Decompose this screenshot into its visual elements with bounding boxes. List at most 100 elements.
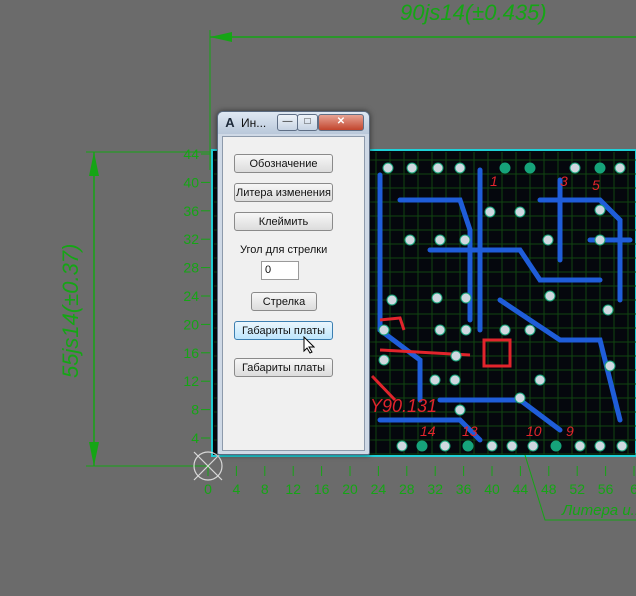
pad <box>524 162 536 174</box>
y-axis-ticks: 44 40 36 32 28 24 20 16 12 8 4 <box>183 146 210 446</box>
left-dimension-text: 55js14(±0.37) <box>58 244 83 378</box>
pad <box>574 440 586 452</box>
maximize-button[interactable]: □ <box>297 114 318 131</box>
board-size-button-2[interactable]: Габариты платы <box>234 358 333 377</box>
x-tick-label: 12 <box>285 481 301 497</box>
y-tick-label: 4 <box>191 430 199 446</box>
tool-dialog[interactable]: A Ин... — □ ✕ Обозначение Литера изменен… <box>217 111 370 455</box>
y-tick-label: 28 <box>183 260 199 276</box>
pad <box>604 360 616 372</box>
pad <box>542 234 554 246</box>
pin-number: 10 <box>526 423 542 439</box>
pin-number: 3 <box>560 173 568 189</box>
pad <box>450 350 462 362</box>
x-tick-label: 44 <box>513 481 529 497</box>
y-tick-label: 16 <box>183 345 199 361</box>
pad <box>506 440 518 452</box>
x-tick-label: 52 <box>569 481 585 497</box>
x-tick-label: 32 <box>427 481 443 497</box>
y-tick-label: 8 <box>191 402 199 418</box>
x-tick-label: 40 <box>484 481 500 497</box>
pad <box>431 292 443 304</box>
pad <box>594 234 606 246</box>
top-dimension-text: 90js14(±0.435) <box>400 0 547 25</box>
left-dimension: 55js14(±0.37) <box>58 151 210 467</box>
angle-label: Угол для стрелки <box>240 244 328 256</box>
board-label: Y90.131 <box>370 396 437 416</box>
pad <box>614 162 626 174</box>
x-tick-label: 48 <box>541 481 557 497</box>
pad <box>524 324 536 336</box>
pad <box>569 162 581 174</box>
board-size-button[interactable]: Габариты платы <box>234 321 333 340</box>
close-button[interactable]: ✕ <box>318 114 364 131</box>
revision-letter-button[interactable]: Литера изменения <box>234 183 333 202</box>
pad <box>416 440 428 452</box>
pad <box>439 440 451 452</box>
x-tick-label: 4 <box>233 481 241 497</box>
x-tick-label: 28 <box>399 481 415 497</box>
app-logo-icon: A <box>225 115 235 130</box>
pad <box>449 374 461 386</box>
pad <box>462 440 474 452</box>
pad <box>386 294 398 306</box>
pad <box>594 204 606 216</box>
y-tick-label: 44 <box>183 146 199 162</box>
x-tick-label: 16 <box>314 481 330 497</box>
pad <box>534 374 546 386</box>
pad <box>460 292 472 304</box>
pad <box>514 206 526 218</box>
pad <box>499 162 511 174</box>
mouse-cursor-icon <box>303 336 315 354</box>
dialog-client-area: Обозначение Литера изменения Клеймить Уг… <box>222 136 365 451</box>
pin-number: 13 <box>462 423 478 439</box>
pad <box>602 304 614 316</box>
x-tick-label: 36 <box>456 481 472 497</box>
pad <box>396 440 408 452</box>
x-tick-label: 20 <box>342 481 358 497</box>
y-tick-label: 40 <box>183 174 199 190</box>
pin-number: 1 <box>490 173 498 189</box>
y-tick-label: 20 <box>183 316 199 332</box>
pin-number: 5 <box>592 177 600 193</box>
pad <box>459 234 471 246</box>
designation-button[interactable]: Обозначение <box>234 154 333 173</box>
x-axis-ticks: 0 4 8 12 16 20 24 28 32 36 40 44 48 52 56 6 <box>204 466 636 497</box>
pad <box>454 404 466 416</box>
svg-text:Литера и...: Литера и... <box>561 502 636 519</box>
pad <box>406 162 418 174</box>
pad <box>434 234 446 246</box>
angle-input[interactable]: 0 <box>261 261 299 280</box>
x-tick-label: 6 <box>630 481 636 497</box>
minimize-button[interactable]: — <box>277 114 298 131</box>
x-tick-label: 56 <box>598 481 614 497</box>
y-tick-label: 24 <box>183 288 199 304</box>
svg-text:Y90.131: Y90.131 <box>370 396 437 416</box>
pad <box>434 324 446 336</box>
y-tick-label: 32 <box>183 231 199 247</box>
pad <box>454 162 466 174</box>
y-tick-label: 36 <box>183 203 199 219</box>
pad <box>594 440 606 452</box>
x-tick-label: 24 <box>371 481 387 497</box>
pad <box>527 440 539 452</box>
pad <box>378 324 390 336</box>
x-tick-label: 8 <box>261 481 269 497</box>
pad <box>460 324 472 336</box>
pin-number: 14 <box>420 423 436 439</box>
pad <box>429 374 441 386</box>
pad <box>404 234 416 246</box>
dialog-titlebar[interactable]: A Ин... — □ ✕ <box>218 112 369 134</box>
mark-button[interactable]: Клеймить <box>234 212 333 231</box>
pad <box>432 162 444 174</box>
pad <box>594 162 606 174</box>
pad <box>499 324 511 336</box>
pad <box>514 392 526 404</box>
pad <box>486 440 498 452</box>
pad <box>550 440 562 452</box>
x-tick-label: 0 <box>204 481 212 497</box>
arrow-button[interactable]: Стрелка <box>251 292 317 311</box>
pad <box>484 206 496 218</box>
pin-number: 9 <box>566 423 574 439</box>
y-tick-label: 12 <box>183 373 199 389</box>
